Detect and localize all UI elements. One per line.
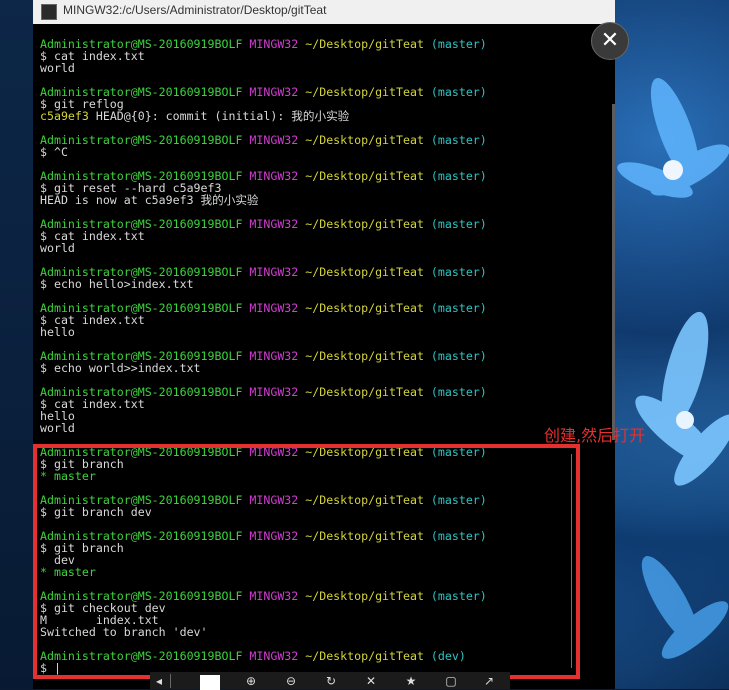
prompt-path: ~/Desktop/gitTeat [305,349,424,363]
output-line: hello [40,326,610,338]
crop-icon[interactable]: ▢ [442,674,460,688]
flower-decoration [617,78,729,198]
output-line: world [40,62,610,74]
prompt-host: MINGW32 [249,349,299,363]
flower-decoration [635,311,729,486]
command-line: $ ^C [40,146,610,158]
prompt-host: MINGW32 [249,265,299,279]
prompt-path: ~/Desktop/gitTeat [305,265,424,279]
annotation-label: 创建,然后打开 [544,426,646,445]
prompt-path: ~/Desktop/gitTeat [305,37,424,51]
title-bar[interactable]: MINGW32:/c/Users/Administrator/Desktop/g… [33,0,615,24]
prompt-line: Administrator@MS-20160919BOLF MINGW32 ~/… [40,134,610,146]
command-line: $ echo hello>index.txt [40,278,610,290]
output-line: hello [40,410,610,422]
favorite-icon[interactable]: ★ [402,674,420,688]
command-line: $ cat index.txt [40,230,610,242]
output-text: world [40,421,75,435]
close-button[interactable]: ✕ [591,22,629,60]
prompt-line: Administrator@MS-20160919BOLF MINGW32 ~/… [40,86,610,98]
prompt-branch: (master) [430,37,487,51]
command-line: $ cat index.txt [40,314,610,326]
prompt-host: MINGW32 [249,37,299,51]
command-text: $ ^C [40,145,68,159]
zoom-out-icon[interactable]: ⊖ [282,674,300,688]
toolbar-divider [170,674,171,688]
prompt-branch: (master) [430,169,487,183]
prompt-branch: (master) [430,301,487,315]
viewer-toolbar: ◂ ⊕ ⊖ ↻ ✕ ★ ▢ ↗ [150,672,510,690]
prompt-path: ~/Desktop/gitTeat [305,133,424,147]
output-line: world [40,242,610,254]
rotate-icon[interactable]: ↻ [322,674,340,688]
prompt-path: ~/Desktop/gitTeat [305,85,424,99]
window-title: MINGW32:/c/Users/Administrator/Desktop/g… [63,3,327,17]
close-icon: ✕ [600,28,620,53]
prompt-host: MINGW32 [249,85,299,99]
prompt-branch: (master) [430,85,487,99]
highlight-box [33,444,580,679]
scrollbar[interactable] [612,104,615,440]
prompt-branch: (master) [430,217,487,231]
output-text: HEAD is now at c5a9ef3 我的小实验 [40,193,259,207]
prompt-branch: (master) [430,133,487,147]
command-text: $ echo hello>index.txt [40,277,194,291]
prompt-host: MINGW32 [249,385,299,399]
prompt-user: Administrator@MS-20160919BOLF [40,133,243,147]
prompt-path: ~/Desktop/gitTeat [305,301,424,315]
prompt-host: MINGW32 [249,133,299,147]
command-line: $ cat index.txt [40,398,610,410]
prompt-host: MINGW32 [249,301,299,315]
command-line: $ echo world>>index.txt [40,362,610,374]
prompt-path: ~/Desktop/gitTeat [305,385,424,399]
commit-hash: c5a9ef3 [40,109,89,123]
prompt-branch: (master) [430,349,487,363]
command-line: $ cat index.txt [40,50,610,62]
reflog-text: HEAD@{0}: commit (initial): 我的小实验 [88,109,350,123]
prompt-host: MINGW32 [249,169,299,183]
output-line: world [40,422,610,434]
prompt-path: ~/Desktop/gitTeat [305,169,424,183]
terminal-app-icon [41,4,57,20]
output-line: HEAD is now at c5a9ef3 我的小实验 [40,194,610,206]
share-icon[interactable]: ↗ [480,674,498,688]
prompt-path: ~/Desktop/gitTeat [305,217,424,231]
prompt-branch: (master) [430,265,487,279]
prompt-host: MINGW32 [249,217,299,231]
zoom-in-icon[interactable]: ⊕ [242,674,260,688]
command-text: $ echo world>>index.txt [40,361,201,375]
prompt-branch: (master) [430,385,487,399]
reflog-line: c5a9ef3 HEAD@{0}: commit (initial): 我的小实… [40,110,610,122]
delete-icon[interactable]: ✕ [362,674,380,688]
back-icon[interactable]: ◂ [150,674,168,688]
output-text: world [40,61,75,75]
flower-decoration [641,556,729,659]
output-text: hello [40,325,75,339]
output-text: world [40,241,75,255]
fit-screen-icon[interactable] [200,675,220,690]
